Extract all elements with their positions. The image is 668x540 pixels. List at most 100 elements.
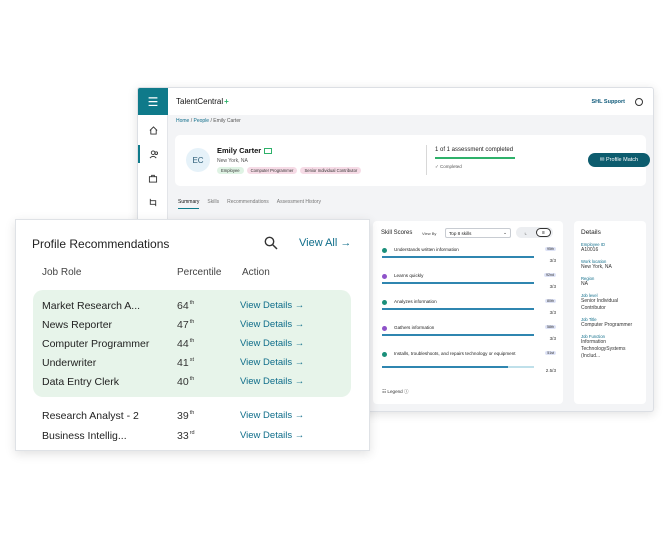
- skill-scores-panel: Skill Scores View By Top 8 skills ⌄ ⌞ ≡ U…: [373, 221, 563, 404]
- skill-score-fill: [382, 308, 534, 310]
- skill-name: Analyzes information: [394, 299, 437, 304]
- percentile-suffix: th: [189, 376, 195, 382]
- profile-header: EC Emily Carter New York, NA Employee Co…: [175, 135, 650, 186]
- view-details-link[interactable]: View Details →: [240, 300, 304, 311]
- job-role: Business Intellig...: [42, 430, 127, 442]
- view-details-link[interactable]: View Details →: [240, 410, 304, 421]
- arrow-right-icon: →: [294, 376, 305, 387]
- arrow-right-icon: →: [294, 338, 305, 349]
- view-all-link[interactable]: View All →: [299, 237, 351, 249]
- job-role: Underwriter: [42, 357, 97, 369]
- legend-toggle[interactable]: ☷ Legend ⓘ: [382, 389, 409, 395]
- job-role: News Reporter: [42, 319, 113, 331]
- detail-value: NA: [581, 281, 588, 287]
- skill-color-dot: [382, 248, 387, 253]
- skill-score: 3/3: [549, 258, 556, 263]
- breadcrumb-people[interactable]: People: [194, 118, 210, 124]
- skill-score: 2.5/3: [545, 368, 556, 373]
- tab-recommendations[interactable]: Recommendations: [227, 199, 269, 209]
- recommendation-row: News Reporter 47th View Details →: [42, 319, 352, 333]
- brand-logo: TalentCentral+: [176, 97, 229, 106]
- breadcrumb: Home / People / Emily Carter: [176, 118, 241, 124]
- percentile: 47th: [177, 319, 195, 331]
- support-link[interactable]: SHL Support: [591, 99, 625, 105]
- profile-tags: Employee Computer Programmer Senior Indi…: [217, 167, 362, 174]
- tab-assessment-history[interactable]: Assessment History: [277, 199, 321, 209]
- recommendation-row: Business Intellig... 33rd View Details →: [42, 430, 352, 444]
- percentile-suffix: rd: [189, 430, 195, 436]
- details-list: Employee ID A10016 Work location New York, …: [581, 242, 639, 360]
- skill-score-track: [382, 308, 534, 310]
- people-icon[interactable]: [138, 145, 168, 163]
- skill-score-fill: [382, 366, 509, 368]
- skill-color-dot: [382, 326, 387, 331]
- tab-skills[interactable]: Skills: [207, 199, 219, 209]
- job-role: Market Research A...: [42, 300, 141, 312]
- home-icon[interactable]: [138, 121, 168, 139]
- menu-icon[interactable]: ☰: [138, 88, 168, 115]
- arrow-right-icon: →: [294, 300, 305, 311]
- skill-name: Gathers information: [394, 325, 435, 330]
- skill-score: 3/3: [549, 336, 556, 341]
- view-details-link[interactable]: View Details →: [240, 338, 304, 349]
- percentile: 64th: [177, 300, 195, 312]
- breadcrumb-home[interactable]: Home: [176, 118, 189, 124]
- legend-icon: ☷: [382, 389, 387, 394]
- view-details-link[interactable]: View Details →: [240, 319, 304, 330]
- skill-name: Understands written information: [394, 247, 459, 252]
- profile-match-button[interactable]: ✉ Profile Match: [588, 153, 650, 167]
- assessment-progress-bar: [435, 157, 515, 159]
- percentile: 39th: [177, 410, 195, 422]
- skill-score-track: [382, 366, 534, 368]
- transfer-icon[interactable]: [138, 193, 168, 211]
- skill-score-fill: [382, 256, 534, 258]
- view-details-link[interactable]: View Details →: [240, 430, 304, 441]
- chart-view-icon[interactable]: ⌞: [518, 228, 533, 237]
- skill-percentile: 95th: [545, 247, 556, 251]
- percentile-suffix: th: [189, 338, 195, 344]
- skill-name: Learns quickly: [394, 273, 424, 278]
- column-header-percentile: Percentile: [177, 267, 222, 278]
- skill-score: 3/3: [549, 284, 556, 289]
- arrow-right-icon: →: [340, 237, 352, 249]
- skill-color-dot: [382, 300, 387, 305]
- recommendation-row: Data Entry Clerk 40th View Details →: [42, 376, 352, 390]
- divider: [426, 145, 427, 175]
- percentile-suffix: st: [189, 357, 194, 363]
- column-header-action: Action: [242, 267, 270, 278]
- top-bar: TalentCentral+ SHL Support: [168, 88, 653, 115]
- info-icon: ⓘ: [404, 389, 409, 394]
- user-icon[interactable]: [635, 97, 643, 106]
- percentile-suffix: th: [189, 410, 195, 416]
- profile-tabs: Summary Skills Recommendations Assessmen…: [178, 199, 321, 209]
- view-details-link[interactable]: View Details →: [240, 376, 304, 387]
- briefcase-icon[interactable]: [138, 169, 168, 187]
- profile-recommendations-card: Profile Recommendations View All → Job R…: [15, 219, 370, 451]
- percentile: 44th: [177, 338, 195, 350]
- percentile: 40th: [177, 376, 195, 388]
- percentile: 33rd: [177, 430, 195, 442]
- view-details-link[interactable]: View Details →: [240, 357, 304, 368]
- skill-score: 3/3: [549, 310, 556, 315]
- skill-color-dot: [382, 352, 387, 357]
- arrow-right-icon: →: [294, 410, 305, 421]
- skill-score-fill: [382, 334, 534, 336]
- skill-score-track: [382, 282, 534, 284]
- skill-color-dot: [382, 274, 387, 279]
- skill-percentile: 51st: [545, 351, 556, 355]
- skill-score-track: [382, 334, 534, 336]
- profile-location: New York, NA: [217, 158, 248, 164]
- avatar: EC: [186, 148, 210, 172]
- search-icon[interactable]: [264, 236, 278, 250]
- view-by-select[interactable]: Top 8 skills ⌄: [445, 228, 511, 238]
- detail-value: Computer Programmer: [581, 322, 633, 328]
- chevron-down-icon: ⌄: [503, 230, 507, 235]
- list-view-icon[interactable]: ≡: [536, 228, 551, 237]
- skill-score-track: [382, 256, 534, 258]
- recommendation-row: Underwriter 41st View Details →: [42, 357, 352, 371]
- assessment-summary: 1 of 1 assessment completed: [435, 147, 514, 153]
- tab-summary[interactable]: Summary: [178, 199, 200, 209]
- assessment-status: ✓ Completed: [435, 164, 462, 169]
- recommendation-row: Market Research A... 64th View Details →: [42, 300, 352, 314]
- percentile-suffix: th: [189, 300, 195, 306]
